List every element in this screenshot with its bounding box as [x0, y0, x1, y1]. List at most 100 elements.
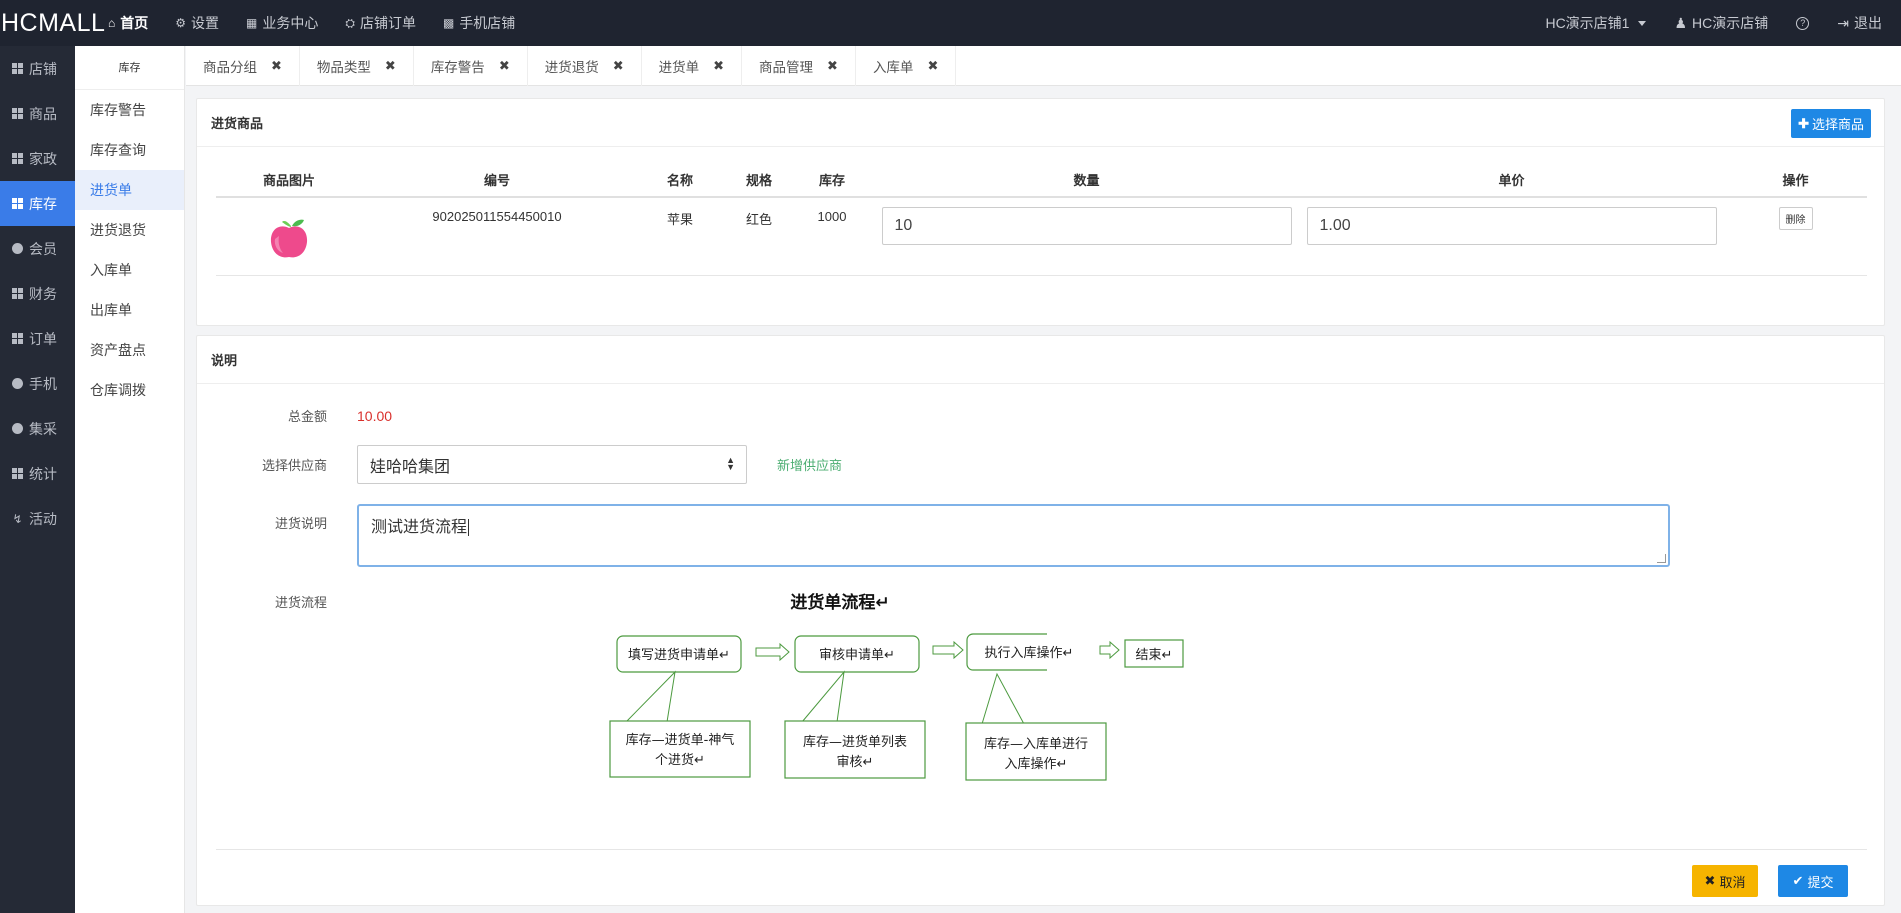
close-icon[interactable]: ✖: [713, 58, 724, 74]
help-button[interactable]: ?: [1796, 16, 1810, 30]
grid-icon: [12, 288, 23, 299]
tab-label: 物品类型: [316, 59, 371, 75]
sidebar-item-members[interactable]: 会员: [0, 226, 75, 271]
remark-row: 进货说明 测试进货流程: [197, 504, 1670, 567]
plus-icon: ✚: [1798, 115, 1809, 131]
submenu-title: 库存: [75, 46, 184, 90]
tab-label: 库存警告: [430, 59, 485, 75]
tab-goods-group[interactable]: 商品分组 ✖: [186, 45, 300, 86]
sidebar-item-finance[interactable]: 财务: [0, 271, 75, 316]
goods-spec-cell: 红色: [728, 197, 790, 276]
submit-button[interactable]: ✔ 提交: [1778, 865, 1848, 897]
sidebar-item-orders[interactable]: 订单: [0, 316, 75, 361]
sidebar-item-goods[interactable]: 商品: [0, 91, 75, 136]
apple-product-image: [270, 219, 308, 258]
tab-inbound[interactable]: 入库单 ✖: [856, 45, 957, 86]
close-icon[interactable]: ✖: [827, 58, 838, 74]
sidebar-item-inventory[interactable]: 库存: [0, 181, 75, 226]
grid-icon: [12, 468, 23, 479]
nav-mobile-store-label: 手机店铺: [459, 15, 516, 31]
tab-goods-manage[interactable]: 商品管理 ✖: [742, 45, 856, 86]
sidebar-item-activity[interactable]: ↯ 活动: [0, 496, 75, 541]
total-amount-value: 10.00: [357, 407, 393, 424]
sidebar-item-procurement[interactable]: 集采: [0, 406, 75, 451]
quantity-input[interactable]: 10: [881, 207, 1292, 245]
grid-icon: [12, 63, 23, 74]
footer-divider: [216, 849, 1867, 850]
submenu-item-inbound[interactable]: 入库单: [75, 250, 184, 290]
sidebar-label: 库存: [29, 195, 57, 212]
column-header: 规格: [728, 163, 790, 198]
tab-purchase-return[interactable]: 进货退货 ✖: [528, 45, 642, 86]
submenu-item-purchase-order[interactable]: 进货单: [75, 170, 184, 210]
bolt-icon: ↯: [12, 511, 23, 526]
cancel-label: 取消: [1719, 874, 1746, 890]
column-header: 名称: [632, 163, 728, 198]
choose-goods-button[interactable]: ✚ 选择商品: [1791, 109, 1871, 138]
supplier-label: 选择供应商: [261, 458, 327, 473]
tab-label: 商品分组: [203, 59, 257, 75]
sidebar-label: 店铺: [29, 60, 57, 77]
sidebar-item-mobile[interactable]: 手机: [0, 361, 75, 406]
submenu-item-stock-query[interactable]: 库存查询: [75, 130, 184, 170]
goods-table: 商品图片 编号 名称 规格 库存 数量 单价 操作 90202501155445…: [216, 163, 1867, 276]
submenu-item-outbound[interactable]: 出库单: [75, 290, 184, 330]
submenu-item-warehouse-transfer[interactable]: 仓库调拨: [75, 370, 184, 410]
tab-purchase-order[interactable]: 进货单 ✖: [642, 45, 743, 86]
nav-mobile-store[interactable]: ▩ 手机店铺: [443, 13, 515, 33]
remark-textarea[interactable]: 测试进货流程: [357, 504, 1670, 567]
close-icon[interactable]: ✖: [385, 58, 396, 74]
flow-step-end: 结束↵: [1124, 639, 1184, 668]
close-icon[interactable]: ✖: [613, 58, 624, 74]
sidebar-item-stats[interactable]: 统计: [0, 451, 75, 496]
store-select[interactable]: HC演示店铺1: [1545, 13, 1647, 33]
nav-settings-label: 设置: [191, 15, 220, 31]
sidebar-item-housekeeping[interactable]: 家政: [0, 136, 75, 181]
logout-label: 退出: [1854, 15, 1882, 31]
nav-store-orders[interactable]: ⛭ 店铺订单: [345, 13, 416, 33]
nav-store-orders-label: 店铺订单: [359, 15, 416, 31]
close-icon: ✖: [1704, 873, 1716, 888]
submenu-item-purchase-return[interactable]: 进货退货: [75, 210, 184, 250]
submenu-item-asset-count[interactable]: 资产盘点: [75, 330, 184, 370]
add-supplier-link[interactable]: 新增供应商: [777, 455, 842, 474]
panel-title: 进货商品: [211, 116, 264, 131]
goods-name-cell: 苹果: [632, 197, 728, 276]
tab-item-type[interactable]: 物品类型 ✖: [300, 45, 414, 86]
close-icon[interactable]: ✖: [927, 58, 938, 74]
goods-code-cell: 902025011554450010: [362, 197, 632, 276]
calculator-icon: ▦: [246, 16, 258, 30]
brand-logo[interactable]: HCMALL: [0, 9, 108, 38]
cancel-button[interactable]: ✖ 取消: [1692, 865, 1758, 897]
delete-button[interactable]: 删除: [1778, 207, 1813, 230]
nav-home-label: 首页: [120, 15, 149, 31]
nav-settings[interactable]: ⚙ 设置: [175, 13, 219, 33]
close-icon[interactable]: ✖: [271, 58, 282, 74]
nav-business[interactable]: ▦ 业务中心: [246, 13, 318, 33]
sidebar-label: 家政: [29, 150, 57, 167]
caret-down-icon: [1638, 20, 1647, 26]
globe-icon: [12, 243, 23, 254]
grid-icon: [12, 198, 23, 209]
supplier-select[interactable]: 娃哈哈集团 ▲ ▼: [357, 445, 747, 484]
tab-stock-warning[interactable]: 库存警告 ✖: [414, 45, 528, 86]
column-header: 数量: [874, 163, 1299, 198]
svg-text:填写进货申请单↵: 填写进货申请单↵: [628, 647, 730, 663]
logout-button[interactable]: ⇥ 退出: [1837, 13, 1882, 33]
check-icon: ✔: [1792, 873, 1804, 888]
unit-price-input[interactable]: 1.00: [1306, 207, 1717, 245]
globe-icon: [12, 378, 23, 389]
action-cell: 删除: [1724, 197, 1867, 276]
qrcode-icon: ▩: [442, 16, 455, 30]
total-amount-label: 总金额: [287, 409, 327, 424]
tab-label: 商品管理: [759, 59, 814, 75]
close-icon[interactable]: ✖: [499, 58, 510, 74]
sidebar-item-store[interactable]: 店铺: [0, 46, 75, 91]
supplier-row: 选择供应商 娃哈哈集团 ▲ ▼ 新增供应商: [197, 445, 842, 484]
grid-icon: [12, 153, 23, 164]
submenu: 库存 库存警告 库存查询 进货单 进货退货 入库单 出库单 资产盘点 仓库调拨: [75, 46, 185, 913]
user-menu[interactable]: ♟ HC演示店铺: [1674, 13, 1768, 33]
nav-home[interactable]: ⌂ 首页: [108, 13, 148, 33]
submenu-item-stock-warning[interactable]: 库存警告: [75, 90, 184, 130]
flow-title: 进货单流程↵: [790, 592, 889, 613]
